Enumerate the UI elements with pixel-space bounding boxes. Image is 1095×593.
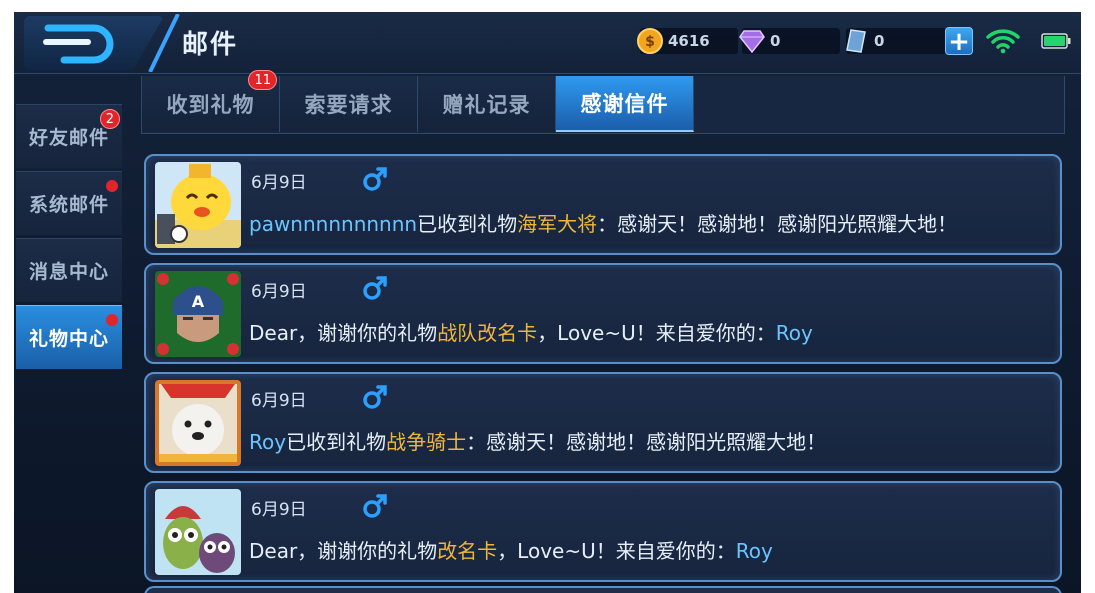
tab-label: 索要请求: [304, 93, 393, 117]
page-title: 邮件: [182, 30, 239, 60]
message-segment: ，Love~U！来自爱你的：: [497, 539, 736, 563]
tab-label: 收到礼物: [166, 93, 255, 117]
mail-screen: 邮件 $ 4616 0 0 + 好友邮件 2 系统邮件 消息中心 礼物中心 收到…: [14, 12, 1081, 593]
male-icon: [363, 494, 387, 518]
message-date: 6月9日: [251, 500, 307, 520]
sender-name[interactable]: Roy: [776, 321, 813, 345]
message-text: Dear，谢谢你的礼物战队改名卡，Love~U！来自爱你的：Roy: [249, 317, 813, 346]
voucher-currency: 0: [846, 28, 946, 54]
tab-thank-you-letters[interactable]: 感谢信件: [556, 76, 694, 132]
message-date: 6月9日: [251, 391, 307, 411]
sidebar-item-label: 礼物中心: [28, 328, 109, 350]
message-segment: 已收到礼物: [417, 212, 518, 236]
gift-name: 战争骑士: [386, 430, 467, 454]
tab-gift-history[interactable]: 赠礼记录: [418, 76, 556, 132]
list-item[interactable]: 6月9日 Dear，谢谢你的礼物改名卡，Love~U！来自爱你的：Roy: [144, 481, 1062, 582]
captain-hero-avatar-icon: A: [155, 271, 241, 357]
sidebar-item-label: 消息中心: [28, 261, 109, 283]
message-date: 6月9日: [251, 282, 307, 302]
avatar[interactable]: [155, 489, 241, 575]
purple-diamond-icon: [738, 27, 766, 55]
message-text: Dear，谢谢你的礼物改名卡，Love~U！来自爱你的：Roy: [249, 535, 773, 564]
message-segment: 已收到礼物: [286, 430, 387, 454]
gift-name: 改名卡: [437, 539, 498, 563]
message-segment: Dear，谢谢你的礼物: [249, 321, 438, 345]
list-item[interactable]: 6月9日 Roy已收到礼物战争骑士：感谢天！感谢地！感谢阳光照耀大地！: [144, 372, 1062, 473]
unread-count-badge: 2: [99, 109, 120, 129]
list-item[interactable]: A 6月9日 Dear，谢谢你的礼物战队改名卡，Love~U！来自爱你的：Roy: [144, 263, 1062, 364]
svg-text:$: $: [645, 34, 655, 50]
avatar[interactable]: [155, 162, 241, 248]
back-arrow-icon: [43, 24, 114, 64]
gift-name: 海军大将: [517, 212, 598, 236]
message-segment: Dear，谢谢你的礼物: [249, 539, 438, 563]
gift-name: 战队改名卡: [437, 321, 538, 345]
sender-name[interactable]: pawnnnnnnnnnn: [249, 212, 417, 236]
gold-currency: $ 4616: [637, 28, 738, 54]
wifi-icon: [986, 29, 1020, 54]
tab-received-gifts[interactable]: 收到礼物 11: [142, 70, 280, 132]
message-segment: ：感谢天！感谢地！感谢阳光照耀大地！: [466, 430, 827, 454]
gold-coin-icon: $: [636, 27, 664, 55]
battery-icon: [1041, 33, 1071, 49]
cartoon-chick-avatar-icon: [155, 162, 241, 248]
notification-dot: [106, 314, 118, 326]
tab-gift-requests[interactable]: 索要请求: [280, 76, 418, 132]
message-segment: ，Love~U！来自爱你的：: [537, 321, 776, 345]
male-icon: [363, 276, 387, 300]
message-segment: ：感谢天！感谢地！感谢阳光照耀大地！: [597, 212, 958, 236]
white-dog-avatar-icon: [155, 380, 241, 466]
message-text: Roy已收到礼物战争骑士：感谢天！感谢地！感谢阳光照耀大地！: [249, 426, 826, 455]
svg-text:A: A: [192, 292, 205, 311]
mail-category-sidebar: 好友邮件 2 系统邮件 消息中心 礼物中心: [16, 104, 122, 372]
unread-count-badge: 11: [248, 70, 277, 90]
voucher-amount: 0: [874, 32, 885, 50]
sender-name[interactable]: Roy: [736, 539, 773, 563]
sidebar-item-message-center[interactable]: 消息中心: [16, 238, 122, 302]
gold-amount: 4616: [668, 32, 710, 50]
header-divider-icon: [148, 14, 180, 72]
diamond-currency: 0: [739, 28, 840, 54]
sidebar-item-system-mail[interactable]: 系统邮件: [16, 171, 122, 235]
thank-you-letter-list: 6月9日 pawnnnnnnnnnn已收到礼物海军大将：感谢天！感谢地！感谢阳光…: [144, 154, 1062, 590]
avatar[interactable]: [155, 380, 241, 466]
sender-name[interactable]: Roy: [249, 430, 286, 454]
diamond-amount: 0: [770, 32, 781, 50]
tab-label: 赠礼记录: [442, 93, 531, 117]
message-text: pawnnnnnnnnnn已收到礼物海军大将：感谢天！感谢地！感谢阳光照耀大地！: [249, 208, 957, 237]
next-list-item-edge: [144, 586, 1062, 593]
avatar[interactable]: A: [155, 271, 241, 357]
back-button[interactable]: [24, 16, 164, 70]
top-bar: 邮件 $ 4616 0 0 +: [14, 12, 1081, 74]
sidebar-item-gift-center[interactable]: 礼物中心: [16, 305, 122, 369]
list-item[interactable]: 6月9日 pawnnnnnnnnnn已收到礼物海军大将：感谢天！感谢地！感谢阳光…: [144, 154, 1062, 255]
male-icon: [363, 167, 387, 191]
sidebar-item-friend-mail[interactable]: 好友邮件 2: [16, 104, 122, 168]
message-date: 6月9日: [251, 173, 307, 193]
tab-label: 感谢信件: [580, 92, 669, 116]
sidebar-item-label: 好友邮件: [28, 127, 109, 149]
owls-avatar-icon: [155, 489, 241, 575]
add-currency-button[interactable]: +: [945, 27, 973, 56]
sidebar-item-label: 系统邮件: [28, 194, 109, 216]
male-icon: [363, 385, 387, 409]
notification-dot: [106, 180, 118, 192]
gift-tabs: 收到礼物 11 索要请求 赠礼记录 感谢信件: [141, 70, 1065, 134]
blue-crystal-icon: [842, 27, 870, 55]
